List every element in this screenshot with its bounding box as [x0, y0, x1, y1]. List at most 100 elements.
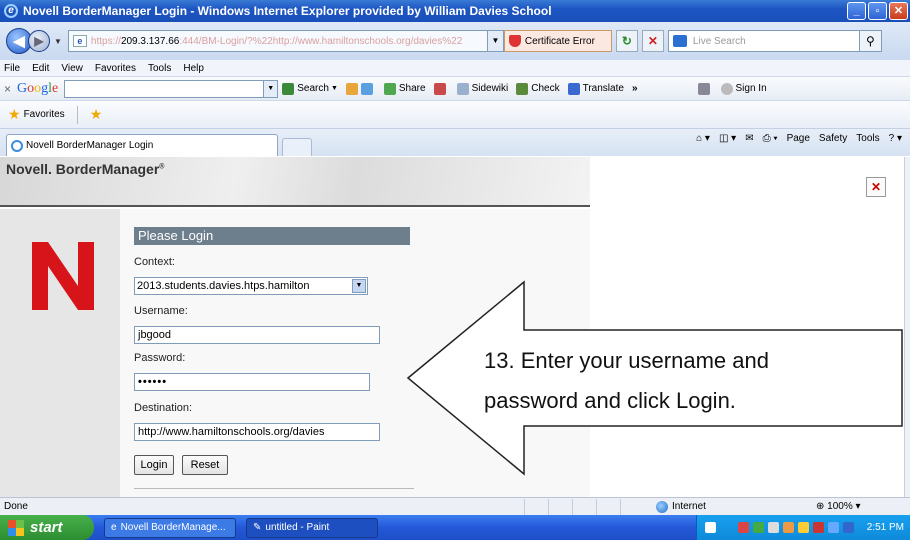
tools-menu[interactable]: Tools	[856, 133, 879, 144]
google-search-input[interactable]	[64, 79, 265, 98]
url-host: 209.3.137.66	[120, 35, 180, 47]
zoom-control[interactable]: ⊕ 100% ▾	[816, 501, 861, 512]
google-translate-button[interactable]: Translate	[567, 82, 624, 95]
window-title-bar[interactable]: e Novell BorderManager Login - Windows I…	[0, 0, 910, 22]
status-cell	[524, 498, 548, 515]
google-search-dropdown-icon[interactable]: ▼	[264, 79, 279, 98]
menu-file[interactable]: File	[4, 63, 20, 74]
menu-edit[interactable]: Edit	[32, 63, 49, 74]
help-tray-icon[interactable]	[705, 522, 716, 533]
home-icon[interactable]: ⌂ ▾	[696, 133, 710, 144]
menu-help[interactable]: Help	[183, 63, 204, 74]
close-page-button[interactable]: ✕	[866, 177, 886, 197]
form-divider	[134, 488, 414, 489]
brand-title: Novell. BorderManager®	[6, 161, 164, 177]
tab-row: Novell BorderManager Login ⌂ ▾ ◫ ▾ ✉ ⎙ ▾…	[0, 128, 910, 156]
add-icon	[360, 82, 373, 95]
tray-icon[interactable]	[813, 522, 824, 533]
stop-button[interactable]: ✕	[641, 30, 664, 52]
help-icon[interactable]: ? ▾	[889, 133, 902, 144]
status-cell	[572, 498, 596, 515]
chevron-down-icon: ▼	[352, 279, 366, 293]
status-cell	[620, 498, 644, 515]
certificate-error-button[interactable]: Certificate Error	[503, 30, 612, 52]
system-tray: 2:51 PM	[696, 515, 910, 540]
maximize-button[interactable]: ▫	[868, 2, 887, 20]
tab-novell-login[interactable]: Novell BorderManager Login	[6, 134, 278, 156]
brand-title-text: Novell. BorderManager	[6, 161, 160, 177]
screen: e Novell BorderManager Login - Windows I…	[0, 0, 910, 540]
novell-n-logo	[32, 242, 94, 310]
address-toolbar: ◀ ▶ ▼ e https:// 209.3.137.66 :444/BM-Lo…	[0, 22, 910, 60]
page-favicon-icon: e	[72, 35, 87, 47]
taskbar: start e Novell BorderManage... ✎ untitle…	[0, 515, 910, 540]
favorites-separator	[76, 105, 78, 124]
ie-task-icon: e	[111, 522, 117, 533]
destination-field[interactable]: http://www.hamiltonschools.org/davies	[134, 423, 380, 441]
search-go-button[interactable]: ⚲	[859, 30, 882, 52]
share-label: Share	[398, 83, 426, 94]
username-label: Username:	[134, 305, 188, 317]
username-field[interactable]: jbgood	[134, 326, 380, 344]
reset-button[interactable]: Reset	[182, 455, 228, 475]
favorites-button[interactable]: Favorites	[24, 109, 65, 120]
zone-label: Internet	[672, 501, 706, 512]
login-heading: Please Login	[134, 227, 410, 245]
close-window-button[interactable]: ✕	[889, 2, 908, 20]
google-share-button[interactable]: Share	[383, 82, 426, 95]
google-sidewiki-button[interactable]: Sidewiki	[456, 82, 508, 95]
url-scheme: https://	[90, 35, 121, 47]
google-search-label: Search	[297, 83, 329, 94]
live-search-input[interactable]: Live Search	[667, 30, 860, 52]
minimize-button[interactable]: _	[847, 2, 866, 20]
close-toolbar-icon[interactable]: ×	[4, 82, 11, 96]
refresh-button[interactable]: ↻	[615, 30, 638, 52]
new-tab-button[interactable]	[282, 138, 312, 156]
taskbar-item-paint[interactable]: ✎ untitled - Paint	[246, 517, 378, 538]
tray-icon[interactable]	[828, 522, 839, 533]
password-field[interactable]: ••••••	[134, 373, 370, 391]
page-menu[interactable]: Page	[787, 133, 810, 144]
more-tools-chevron[interactable]: »	[632, 83, 638, 94]
google-search-icon	[282, 82, 295, 95]
add-to-favorites-icon[interactable]: ★	[90, 106, 103, 123]
menu-favorites[interactable]: Favorites	[95, 63, 136, 74]
feeds-icon[interactable]: ◫ ▾	[719, 133, 736, 144]
tray-icon[interactable]	[738, 522, 749, 533]
google-settings-button[interactable]	[697, 82, 713, 95]
context-select[interactable]: 2013.students.davies.htps.hamilton ▼	[134, 277, 368, 295]
wrench-icon	[697, 82, 710, 95]
tray-icon[interactable]	[783, 522, 794, 533]
login-button[interactable]: Login	[134, 455, 174, 475]
sidewiki-icon	[456, 82, 469, 95]
start-button[interactable]: start	[0, 515, 94, 540]
tray-icon[interactable]	[798, 522, 809, 533]
menu-view[interactable]: View	[61, 63, 83, 74]
google-logo: Google	[17, 80, 59, 96]
google-tools-button[interactable]	[433, 82, 449, 95]
check-label: Check	[531, 83, 560, 94]
taskbar-item-browser-label: Novell BorderManage...	[120, 522, 226, 533]
shield-tray-icon[interactable]	[843, 522, 854, 533]
zoom-level: 100%	[827, 501, 853, 512]
tray-icon[interactable]	[753, 522, 764, 533]
forward-button[interactable]: ▶	[28, 30, 50, 52]
safety-menu[interactable]: Safety	[819, 133, 847, 144]
live-search-icon	[672, 35, 687, 47]
address-dropdown-icon[interactable]: ▼	[487, 30, 504, 52]
google-sign-in-button[interactable]: Sign In	[720, 82, 767, 95]
paint-icon: ✎	[253, 522, 262, 533]
window-controls: _ ▫ ✕	[847, 2, 908, 20]
menu-tools[interactable]: Tools	[148, 63, 171, 74]
google-bookmark-buttons[interactable]	[345, 82, 376, 95]
annotation-line-2: password and click Login.	[484, 388, 736, 413]
google-search-button[interactable]: Search ▼	[282, 82, 338, 95]
mail-icon[interactable]: ✉	[745, 133, 753, 144]
tray-icon[interactable]	[768, 522, 779, 533]
print-icon[interactable]: ⎙ ▾	[763, 133, 778, 144]
google-check-button[interactable]: Check	[516, 82, 560, 95]
taskbar-item-browser[interactable]: e Novell BorderManage...	[104, 517, 236, 538]
history-dropdown-icon[interactable]: ▼	[54, 37, 62, 46]
address-bar[interactable]: e https:// 209.3.137.66 :444/BM-Login/?%…	[67, 30, 488, 52]
context-label: Context:	[134, 256, 175, 268]
